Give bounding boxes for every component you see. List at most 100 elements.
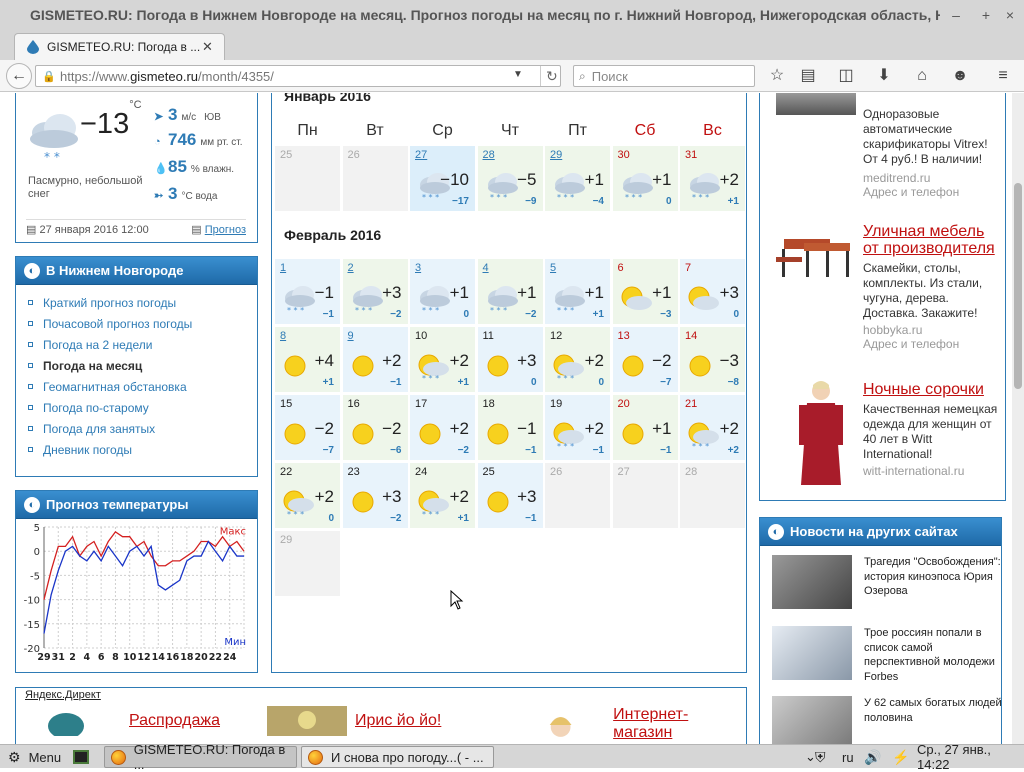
- direct-ad-title[interactable]: Распродажа: [129, 712, 220, 730]
- shield-icon[interactable]: ⛨: [815, 747, 826, 767]
- ad-domain[interactable]: witt-international.ru: [863, 464, 1003, 478]
- nav-item-geomagnetic[interactable]: Геомагнитная обстановка: [28, 376, 257, 397]
- minimize-icon[interactable]: –: [948, 7, 964, 23]
- day-cell[interactable]: 16 −2 −6: [341, 394, 409, 461]
- day-cell[interactable]: 27 * * * −10 −17: [409, 145, 476, 212]
- day-cell[interactable]: 11 +3 0: [476, 326, 544, 393]
- ad-image-scarifier[interactable]: [776, 93, 856, 115]
- news-photo[interactable]: [772, 555, 852, 609]
- nav-item-2weeks[interactable]: Погода на 2 недели: [28, 334, 257, 355]
- ad-title[interactable]: Уличная мебель от производителя: [863, 223, 1003, 257]
- network-icon[interactable]: ⚡: [892, 747, 909, 767]
- day-cell[interactable]: 9 +2 −1: [341, 326, 409, 393]
- ad-title[interactable]: Ночные сорочки: [863, 381, 1003, 398]
- ad-address[interactable]: Адрес и телефон: [863, 185, 1003, 199]
- day-cell[interactable]: 23 +3 −2: [341, 462, 409, 529]
- day-cell[interactable]: 15 −2 −7: [274, 394, 341, 461]
- forecast-link[interactable]: Прогноз: [205, 224, 246, 236]
- ad-image-furniture[interactable]: [776, 231, 856, 283]
- direct-ad[interactable]: Интернет-магазин: [526, 706, 746, 742]
- day-cell[interactable]: 29 * * * +1 −4: [544, 145, 611, 212]
- news-item[interactable]: Трое россиян попали в список самой персп…: [772, 626, 1002, 684]
- day-cell[interactable]: 21 * * * +2 +2: [679, 394, 746, 461]
- direct-ad-title[interactable]: Интернет-магазин: [613, 706, 746, 742]
- news-text[interactable]: Трагедия "Освобождения": история киноэпо…: [864, 555, 1002, 609]
- day-cell[interactable]: 4 * * * +1 −2: [476, 258, 544, 325]
- nav-item-hourly[interactable]: Почасовой прогноз погоды: [28, 313, 257, 334]
- day-cell[interactable]: 7 +3 0: [679, 258, 746, 325]
- ad-image-nightgown[interactable]: [785, 379, 857, 487]
- show-desktop-icon[interactable]: [73, 747, 89, 767]
- day-cell[interactable]: 5 * * * +1 +1: [544, 258, 611, 325]
- day-cell[interactable]: 24 * * * +2 +1: [409, 462, 476, 529]
- nav-item-month[interactable]: Погода на месяц: [28, 355, 257, 376]
- keyboard-layout[interactable]: ru: [842, 747, 854, 767]
- day-number[interactable]: 29: [550, 149, 562, 161]
- ad-nightgowns[interactable]: Ночные сорочки Качественная немецкая оде…: [863, 381, 1003, 478]
- day-number[interactable]: 9: [348, 330, 354, 342]
- day-cell[interactable]: 13 −2 −7: [611, 326, 679, 393]
- day-cell[interactable]: 14 −3 −8: [679, 326, 746, 393]
- day-cell[interactable]: 30 * * * +1 0: [611, 145, 679, 212]
- scrollbar-thumb[interactable]: [1014, 183, 1022, 389]
- day-cell[interactable]: 8 +4 +1: [274, 326, 341, 393]
- day-number[interactable]: 8: [280, 330, 286, 342]
- ad-furniture[interactable]: Уличная мебель от производителя Скамейки…: [863, 223, 1003, 351]
- reload-icon[interactable]: ↻: [540, 66, 558, 86]
- day-number[interactable]: 5: [550, 262, 556, 274]
- day-number[interactable]: 4: [483, 262, 489, 274]
- day-cell[interactable]: 22 * * * +2 0: [274, 462, 341, 529]
- day-cell[interactable]: 19 * * * +2 −1: [544, 394, 611, 461]
- day-cell[interactable]: 20 +1 −1: [611, 394, 679, 461]
- news-text[interactable]: У 62 самых богатых людей половина: [864, 696, 1002, 744]
- news-photo[interactable]: [772, 696, 852, 744]
- news-item[interactable]: Трагедия "Освобождения": история киноэпо…: [772, 555, 1002, 609]
- url-dropdown-icon[interactable]: ▼: [513, 69, 523, 80]
- home-icon[interactable]: ⌂: [912, 66, 932, 86]
- ad-domain[interactable]: meditrend.ru: [863, 171, 1003, 185]
- taskbar-window-other[interactable]: И снова про погоду...( - ...: [301, 746, 494, 768]
- day-number[interactable]: 28: [483, 149, 495, 161]
- menu-hamburger-icon[interactable]: ≡: [993, 66, 1013, 86]
- start-menu-button[interactable]: ⚙ Menu: [8, 747, 61, 767]
- day-cell[interactable]: 31 * * * +2 +1: [679, 145, 746, 212]
- direct-ad[interactable]: Ирис йо йо!: [267, 706, 441, 736]
- download-icon[interactable]: ⬇: [874, 66, 894, 86]
- day-cell[interactable]: 18 −1 −1: [476, 394, 544, 461]
- direct-ad[interactable]: Распродажа: [41, 706, 220, 736]
- maximize-icon[interactable]: +: [978, 7, 994, 23]
- nav-item-short-forecast[interactable]: Краткий прогноз погоды: [28, 292, 257, 313]
- ad-address[interactable]: Адрес и телефон: [863, 337, 1003, 351]
- day-cell[interactable]: 1 * * * −1 −1: [274, 258, 341, 325]
- close-window-icon[interactable]: ×: [1002, 7, 1018, 23]
- news-item[interactable]: У 62 самых богатых людей половина: [772, 696, 1002, 744]
- clock[interactable]: Ср., 27 янв., 14:22: [917, 742, 1024, 772]
- reading-list-icon[interactable]: ▤: [798, 66, 818, 86]
- tab-gismeteo[interactable]: GISMETEO.RU: Погода в ... ✕: [14, 33, 225, 60]
- url-bar[interactable]: 🔒 https://www. gismeteo.ru/month/4355/ ▼ …: [35, 65, 561, 87]
- day-cell[interactable]: 10 * * * +2 +1: [409, 326, 476, 393]
- volume-icon[interactable]: 🔊: [864, 747, 881, 767]
- ad-vitrex[interactable]: Одноразовые автоматические скарификаторы…: [863, 103, 1003, 199]
- day-number[interactable]: 1: [280, 262, 286, 274]
- ad-domain[interactable]: hobbyka.ru: [863, 323, 1003, 337]
- day-cell[interactable]: 28 * * * −5 −9: [476, 145, 544, 212]
- nav-item-busy[interactable]: Погода для занятых: [28, 418, 257, 439]
- search-bar[interactable]: ⌕ Поиск: [573, 65, 755, 87]
- day-cell[interactable]: 25 +3 −1: [476, 462, 544, 529]
- news-text[interactable]: Трое россиян попали в список самой персп…: [864, 626, 1002, 684]
- day-cell[interactable]: 17 +2 −2: [409, 394, 476, 461]
- bookmark-star-icon[interactable]: ☆: [767, 66, 787, 86]
- close-tab-icon[interactable]: ✕: [202, 39, 216, 55]
- smiley-icon[interactable]: ☻: [950, 66, 970, 86]
- day-cell[interactable]: 2 * * * +3 −2: [341, 258, 409, 325]
- news-photo[interactable]: [772, 626, 852, 680]
- direct-ad-title[interactable]: Ирис йо йо!: [355, 712, 441, 730]
- taskbar-window-gismeteo[interactable]: GISMETEO.RU: Погода в ...: [104, 742, 297, 772]
- pocket-icon[interactable]: ◫: [836, 66, 856, 86]
- day-cell[interactable]: 6 +1 −3: [611, 258, 679, 325]
- nav-item-old-style[interactable]: Погода по-старому: [28, 397, 257, 418]
- nav-item-diary[interactable]: Дневник погоды: [28, 439, 257, 460]
- day-number[interactable]: 27: [415, 149, 427, 161]
- yandex-direct-label[interactable]: Яндекс.Директ: [25, 689, 101, 701]
